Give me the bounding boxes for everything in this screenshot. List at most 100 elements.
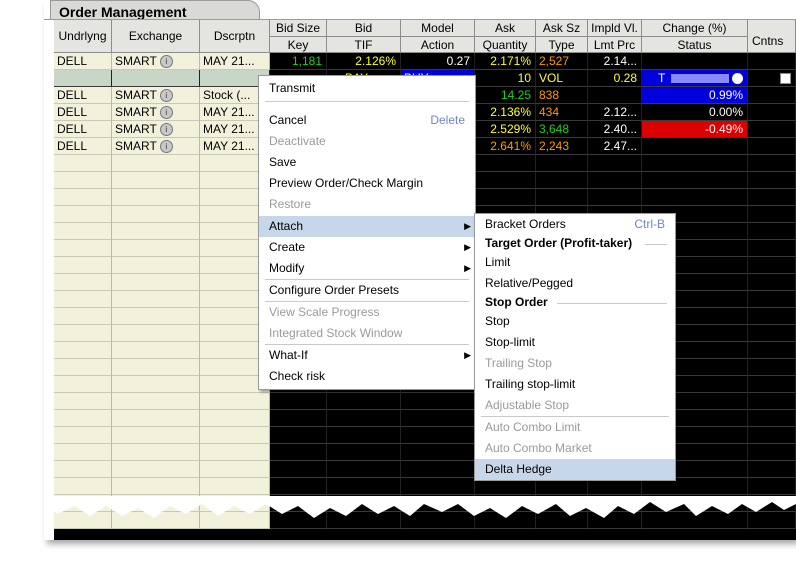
empty-cell[interactable] bbox=[200, 444, 270, 461]
empty-cell[interactable] bbox=[270, 410, 327, 427]
empty-cell[interactable] bbox=[748, 155, 796, 172]
col-header-cntns[interactable]: Cntns bbox=[748, 20, 796, 53]
row0-model[interactable]: 0.27 bbox=[401, 53, 475, 70]
empty-cell[interactable] bbox=[475, 172, 536, 189]
empty-cell[interactable] bbox=[748, 291, 796, 308]
row1-exchange[interactable] bbox=[112, 70, 200, 87]
info-icon[interactable]: i bbox=[159, 106, 173, 120]
empty-cell[interactable] bbox=[112, 427, 200, 444]
empty-cell[interactable] bbox=[748, 172, 796, 189]
row3-ask[interactable]: 2.136% bbox=[475, 104, 536, 121]
empty-cell[interactable] bbox=[748, 461, 796, 478]
col-header-exchange[interactable]: Exchange bbox=[112, 20, 200, 53]
empty-cell[interactable] bbox=[748, 427, 796, 444]
empty-cell[interactable] bbox=[748, 325, 796, 342]
empty-cell[interactable] bbox=[112, 257, 200, 274]
empty-cell[interactable] bbox=[54, 427, 112, 444]
row2-exchange[interactable]: SMART i bbox=[112, 87, 200, 104]
info-icon[interactable]: i bbox=[159, 89, 173, 103]
empty-cell[interactable] bbox=[748, 478, 796, 495]
empty-cell[interactable] bbox=[536, 189, 588, 206]
empty-cell[interactable] bbox=[54, 223, 112, 240]
row0-bid[interactable]: 2.126% bbox=[327, 53, 401, 70]
empty-cell[interactable] bbox=[54, 325, 112, 342]
menu-item-cancel[interactable]: Cancel Delete bbox=[259, 110, 475, 131]
empty-cell[interactable] bbox=[270, 427, 327, 444]
col-header-bid-size[interactable]: Bid Size bbox=[270, 20, 327, 37]
empty-cell[interactable] bbox=[112, 308, 200, 325]
row5-impld-vl[interactable]: 2.47... bbox=[588, 138, 642, 155]
empty-cell[interactable] bbox=[112, 206, 200, 223]
submenu-item-stop[interactable]: Stop bbox=[475, 311, 675, 332]
menu-item-attach[interactable]: Attach ▶ bbox=[259, 216, 475, 237]
empty-cell[interactable] bbox=[748, 223, 796, 240]
empty-cell[interactable] bbox=[327, 478, 401, 495]
empty-cell[interactable] bbox=[54, 359, 112, 376]
empty-cell[interactable] bbox=[748, 342, 796, 359]
row1-type[interactable]: VOL bbox=[536, 70, 588, 87]
empty-cell[interactable] bbox=[54, 308, 112, 325]
submenu-item-delta-hedge[interactable]: Delta Hedge bbox=[475, 459, 675, 480]
empty-cell[interactable] bbox=[54, 342, 112, 359]
empty-cell[interactable] bbox=[54, 274, 112, 291]
empty-cell[interactable] bbox=[642, 155, 748, 172]
col-header-change[interactable]: Change (%) bbox=[642, 20, 748, 37]
empty-cell[interactable] bbox=[112, 240, 200, 257]
empty-cell[interactable] bbox=[475, 155, 536, 172]
empty-cell[interactable] bbox=[112, 444, 200, 461]
empty-cell[interactable] bbox=[327, 410, 401, 427]
row2-ask-sz[interactable]: 838 bbox=[536, 87, 588, 104]
col-header-quantity[interactable]: Quantity bbox=[475, 37, 536, 53]
row3-ask-sz[interactable]: 434 bbox=[536, 104, 588, 121]
col-header-key[interactable]: Key bbox=[270, 37, 327, 53]
empty-cell[interactable] bbox=[748, 410, 796, 427]
row3-underlying[interactable]: DELL bbox=[54, 104, 112, 121]
submenu-item-limit[interactable]: Limit bbox=[475, 252, 675, 273]
empty-cell[interactable] bbox=[401, 444, 475, 461]
row5-change[interactable] bbox=[642, 138, 748, 155]
empty-cell[interactable] bbox=[270, 478, 327, 495]
empty-cell[interactable] bbox=[642, 172, 748, 189]
row0-ask[interactable]: 2.171% bbox=[475, 53, 536, 70]
empty-cell[interactable] bbox=[642, 189, 748, 206]
empty-cell[interactable] bbox=[54, 393, 112, 410]
empty-cell[interactable] bbox=[475, 189, 536, 206]
col-header-action[interactable]: Action bbox=[401, 37, 475, 53]
empty-cell[interactable] bbox=[748, 189, 796, 206]
col-header-tif[interactable]: TIF bbox=[327, 37, 401, 53]
row3-change[interactable]: 0.00% bbox=[642, 104, 748, 121]
row2-ask[interactable]: 14.25 bbox=[475, 87, 536, 104]
col-header-description[interactable]: Dscrptn bbox=[200, 20, 270, 53]
empty-cell[interactable] bbox=[112, 393, 200, 410]
submenu-item-relative-pegged[interactable]: Relative/Pegged bbox=[475, 273, 675, 294]
empty-cell[interactable] bbox=[536, 172, 588, 189]
row4-change[interactable]: -0.49% bbox=[642, 121, 748, 138]
row0-ask-sz[interactable]: 2,527 bbox=[536, 53, 588, 70]
empty-cell[interactable] bbox=[54, 410, 112, 427]
empty-cell[interactable] bbox=[401, 461, 475, 478]
empty-cell[interactable] bbox=[54, 478, 112, 495]
row4-impld-vl[interactable]: 2.40... bbox=[588, 121, 642, 138]
row5-ask-sz[interactable]: 2,243 bbox=[536, 138, 588, 155]
row3-exchange[interactable]: SMART i bbox=[112, 104, 200, 121]
empty-cell[interactable] bbox=[54, 240, 112, 257]
empty-cell[interactable] bbox=[748, 257, 796, 274]
window-tab-title[interactable]: Order Management bbox=[50, 0, 260, 20]
col-header-underlying[interactable]: Undrlyng bbox=[54, 20, 112, 53]
empty-cell[interactable] bbox=[327, 393, 401, 410]
row4-exchange[interactable]: SMART i bbox=[112, 121, 200, 138]
row5-underlying[interactable]: DELL bbox=[54, 138, 112, 155]
empty-cell[interactable] bbox=[270, 461, 327, 478]
empty-cell[interactable] bbox=[401, 410, 475, 427]
row0-underlying[interactable]: DELL bbox=[54, 53, 112, 70]
menu-item-what-if[interactable]: What-If ▶ bbox=[259, 345, 475, 366]
empty-cell[interactable] bbox=[748, 444, 796, 461]
col-header-type[interactable]: Type bbox=[536, 37, 588, 53]
row0-exchange[interactable]: SMART i bbox=[112, 53, 200, 70]
col-header-ask-sz[interactable]: Ask Sz bbox=[536, 20, 588, 37]
empty-cell[interactable] bbox=[112, 274, 200, 291]
row4-ask[interactable]: 2.529% bbox=[475, 121, 536, 138]
empty-cell[interactable] bbox=[748, 376, 796, 393]
empty-cell[interactable] bbox=[588, 189, 642, 206]
empty-cell[interactable] bbox=[54, 257, 112, 274]
